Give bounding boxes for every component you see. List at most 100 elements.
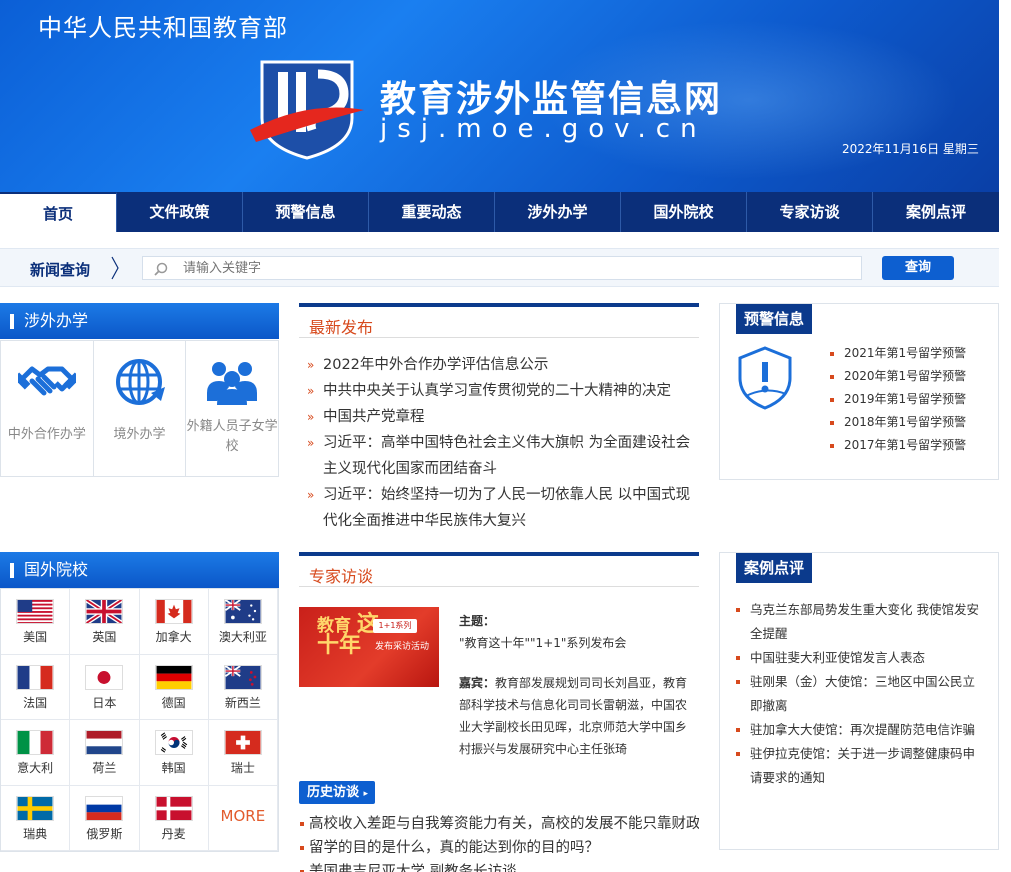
abroad-item-expat-schools[interactable]: 外籍人员子女学校 [186, 341, 278, 476]
country-label: 荷兰 [92, 761, 117, 775]
news-item[interactable]: 习近平：始终坚持一切为了人民一切依靠人民 以中国式现代化全面推进中华民族伟大复兴 [299, 482, 699, 534]
country-japan[interactable]: 日本 [70, 654, 140, 720]
country-usa[interactable]: 美国 [1, 589, 71, 655]
case-item[interactable]: 中国驻斐大利亚使馆发言人表态 [736, 646, 986, 670]
country-denmark[interactable]: 丹麦 [139, 785, 209, 851]
nav-abroad-schooling[interactable]: 涉外办学 [495, 192, 621, 232]
cases-title[interactable]: 案例点评 [736, 553, 813, 583]
flag-sweden-icon [16, 795, 55, 821]
nav-home[interactable]: 首页 [0, 192, 117, 232]
country-label: 加拿大 [155, 630, 192, 644]
news-item[interactable]: 中共中央关于认真学习宣传贯彻党的二十大精神的决定 [299, 378, 699, 404]
warning-item[interactable]: 2021年第1号留学预警 [830, 342, 966, 365]
nav-warnings[interactable]: 预警信息 [243, 192, 369, 232]
abroad-item-overseas[interactable]: 境外办学 [94, 341, 187, 476]
flag-australia-icon [223, 599, 262, 624]
nav-interviews[interactable]: 专家访谈 [747, 192, 873, 232]
country-sweden[interactable]: 瑞典 [1, 785, 71, 851]
flag-switzerland-icon [223, 730, 262, 755]
history-item[interactable]: 高校收入差距与自我筹资能力有关，高校的发展不能只靠财政 [299, 812, 699, 836]
flag-denmark-icon [154, 795, 193, 821]
country-france[interactable]: 法国 [1, 654, 71, 720]
nav-policy[interactable]: 文件政策 [117, 192, 243, 232]
site-logo-icon[interactable] [248, 60, 366, 160]
flag-canada-icon [154, 599, 193, 624]
warnings-title[interactable]: 预警信息 [736, 304, 813, 334]
interview-image[interactable]: 教育 这十年 1+1系列 发布采访活动 [299, 607, 439, 687]
header-banner: 中华人民共和国教育部 教育涉外监管信息网 jsj.moe.gov.cn 2022… [0, 0, 999, 192]
nav-news[interactable]: 重要动态 [369, 192, 495, 232]
country-uk[interactable]: 英国 [70, 589, 140, 655]
interview-info: 主题： "教育这十年""1+1"系列发布会 嘉宾：教育部发展规划司司长刘昌亚，教… [459, 610, 695, 760]
warnings-panel: 预警信息 2021年第1号留学预警 2020年第1号留学预警 2019年第1号留… [719, 303, 999, 480]
country-italy[interactable]: 意大利 [1, 720, 71, 786]
country-canada[interactable]: 加拿大 [139, 589, 209, 655]
warning-item[interactable]: 2017年第1号留学预警 [830, 434, 966, 457]
country-germany[interactable]: 德国 [139, 654, 209, 720]
country-korea[interactable]: 韩国 [139, 720, 209, 786]
case-item[interactable]: 驻刚果（金）大使馆：三地区中国公民立即撤离 [736, 670, 986, 718]
country-label: 俄罗斯 [86, 826, 123, 841]
country-label: 澳大利亚 [218, 630, 267, 644]
interview-title[interactable]: 专家访谈 [309, 563, 373, 587]
shield-warning-icon [738, 346, 792, 410]
latest-title[interactable]: 最新发布 [309, 314, 373, 338]
abroad-item-label: 中外合作办学 [7, 427, 86, 442]
warning-item[interactable]: 2020年第1号留学预警 [830, 365, 966, 388]
topic-label: 主题： [459, 614, 496, 628]
interview-image-badge: 1+1系列 [373, 619, 417, 633]
country-label: 日本 [92, 695, 117, 710]
country-russia[interactable]: 俄罗斯 [70, 785, 140, 851]
history-interviews-button[interactable]: 历史访谈 ▸ [299, 781, 375, 804]
country-label: 丹麦 [161, 826, 186, 841]
nav-foreign-colleges[interactable]: 国外院校 [621, 192, 747, 232]
history-list: 高校收入差距与自我筹资能力有关，高校的发展不能只靠财政 留学的目的是什么，真的能… [299, 812, 699, 872]
latest-section-header: 最新发布 [299, 303, 699, 338]
flag-japan-icon [85, 664, 124, 690]
flag-newzealand-icon [223, 664, 262, 690]
colleges-panel-title[interactable]: 国外院校 [0, 552, 279, 588]
current-date: 2022年11月16日 星期三 [842, 142, 979, 156]
country-netherlands[interactable]: 荷兰 [70, 720, 140, 786]
flag-uk-icon [85, 599, 124, 624]
ministry-name[interactable]: 中华人民共和国教育部 [38, 8, 288, 43]
people-icon [207, 362, 258, 405]
country-label: 美国 [23, 630, 48, 644]
flag-russia-icon [85, 795, 124, 821]
warning-item[interactable]: 2019年第1号留学预警 [830, 388, 966, 411]
country-label: 法国 [23, 695, 48, 710]
country-australia[interactable]: 澳大利亚 [208, 589, 278, 655]
abroad-panel-title[interactable]: 涉外办学 [0, 303, 279, 339]
news-item[interactable]: 中国共产党章程 [299, 404, 699, 430]
cases-list: 乌克兰东部局势发生重大变化 我使馆发安全提醒 中国驻斐大利亚使馆发言人表态 驻刚… [736, 598, 986, 790]
more-countries-link[interactable]: MORE [208, 785, 278, 851]
country-label: 新西兰 [224, 695, 261, 710]
country-newzealand[interactable]: 新西兰 [208, 654, 278, 720]
search-input[interactable] [183, 259, 843, 277]
history-item[interactable]: 留学的目的是什么，真的能达到你的目的吗？ [299, 836, 699, 860]
globe-icon [115, 359, 165, 405]
case-item[interactable]: 乌克兰东部局势发生重大变化 我使馆发安全提醒 [736, 598, 986, 646]
guest-label: 嘉宾： [459, 676, 496, 690]
cases-panel: 案例点评 乌克兰东部局势发生重大变化 我使馆发安全提醒 中国驻斐大利亚使馆发言人… [719, 552, 999, 850]
search-label: 新闻查询 [30, 261, 91, 279]
flag-netherlands-icon [85, 730, 124, 755]
news-item[interactable]: 2022年中外合作办学评估信息公示 [299, 352, 699, 378]
interview-topic[interactable]: "教育这十年""1+1"系列发布会 [459, 632, 695, 654]
case-item[interactable]: 驻伊拉克使馆：关于进一步调整健康码申请要求的通知 [736, 742, 986, 790]
case-item[interactable]: 驻加拿大大使馆：再次提醒防范电信诈骗 [736, 718, 986, 742]
flag-italy-icon [16, 730, 55, 755]
nav-cases[interactable]: 案例点评 [873, 192, 999, 232]
country-label: 意大利 [17, 761, 54, 775]
search-icon [154, 262, 168, 276]
history-item[interactable]: 美国弗吉尼亚大学 副教务长访谈 [299, 860, 699, 872]
warning-item[interactable]: 2018年第1号留学预警 [830, 411, 966, 434]
news-item[interactable]: 习近平：高举中国特色社会主义伟大旗帜 为全面建设社会主义现代化国家而团结奋斗 [299, 430, 699, 482]
abroad-item-label: 外籍人员子女学校 [186, 419, 278, 454]
abroad-item-cooperation[interactable]: 中外合作办学 [1, 341, 94, 476]
country-switzerland[interactable]: 瑞士 [208, 720, 278, 786]
search-button[interactable]: 查询 [882, 256, 954, 280]
flag-korea-icon [154, 730, 193, 755]
country-label: 韩国 [161, 761, 186, 775]
site-url: jsj.moe.gov.cn [380, 114, 707, 144]
